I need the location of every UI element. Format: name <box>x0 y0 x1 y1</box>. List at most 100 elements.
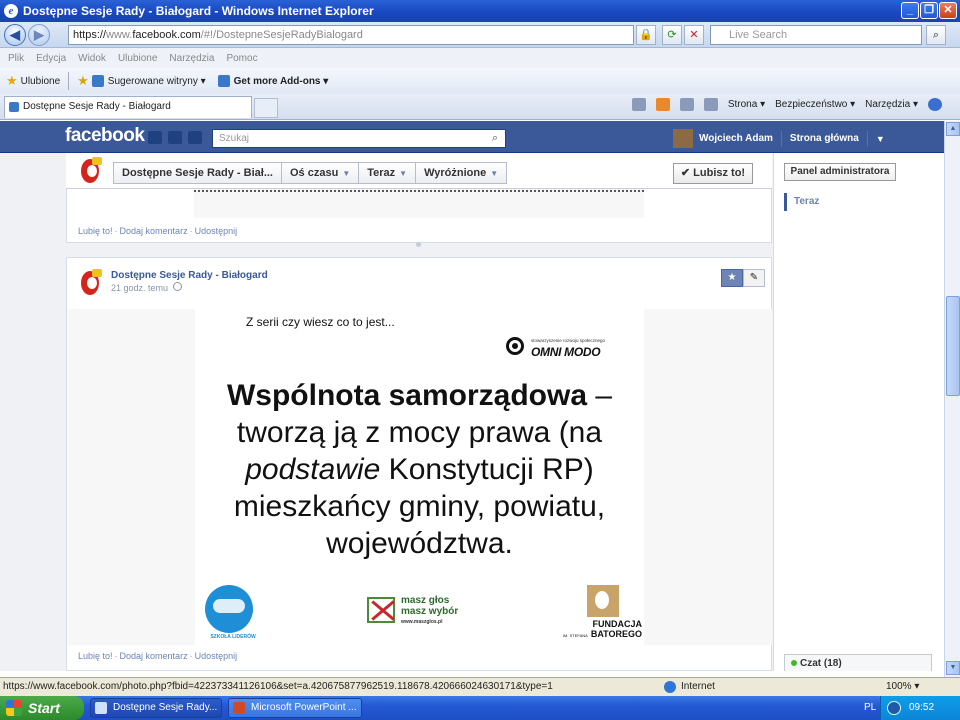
home-icon[interactable] <box>631 98 646 111</box>
chat-label: Czat (18) <box>800 658 842 669</box>
post-actions: Lubię to! · Dodaj komentarz · Udostępnij <box>78 226 238 236</box>
menu-help[interactable]: Pomoc <box>226 53 257 64</box>
notification-jewels <box>148 131 202 144</box>
url-scheme: https:// <box>73 29 107 41</box>
get-addons-link[interactable]: Get more Add-ons ▾ <box>217 75 328 87</box>
divider <box>780 130 782 147</box>
divider <box>866 130 868 147</box>
comment-link[interactable]: Dodaj komentarz <box>120 651 188 661</box>
friend-requests-icon[interactable] <box>148 131 162 144</box>
like-page-button[interactable]: ✔ Lubisz to! <box>673 163 753 184</box>
stop-icon[interactable]: ✕ <box>684 25 704 45</box>
user-name-link[interactable]: Wojciech Adam <box>699 133 773 144</box>
home-link[interactable]: Strona główna <box>790 133 859 144</box>
slide-line-1: tworzą ją z mocy prawa (na <box>236 416 603 449</box>
favorites-button[interactable]: Ulubione <box>21 76 60 87</box>
new-tab-button[interactable] <box>254 98 278 118</box>
post-author-avatar[interactable] <box>78 269 104 297</box>
zoom-label: 100% <box>886 681 912 692</box>
search-icon[interactable]: ⌕ <box>486 131 504 146</box>
like-link[interactable]: Lubię to! <box>78 651 113 661</box>
post-timestamp[interactable]: 21 godz. temu <box>111 283 168 293</box>
highlights-label: Wyróżnione <box>424 167 487 179</box>
menu-edit[interactable]: Edycja <box>36 53 66 64</box>
refresh-icon[interactable]: ⟳ <box>662 25 682 45</box>
menu-file[interactable]: Plik <box>8 53 24 64</box>
menu-favorites[interactable]: Ulubione <box>118 53 157 64</box>
like-link[interactable]: Lubię to! <box>78 226 113 236</box>
notifications-icon[interactable] <box>188 131 202 144</box>
omni-modo-logo <box>506 337 524 355</box>
page-name-label: Dostępne Sesje Rady - Biał... <box>122 167 273 179</box>
zone-label: Internet <box>681 681 715 692</box>
taskbar-powerpoint-window[interactable]: Microsoft PowerPoint ... <box>228 698 362 718</box>
vertical-scrollbar[interactable]: ▲ ▼ <box>944 121 960 677</box>
lock-icon[interactable]: 🔒 <box>636 25 656 45</box>
start-button[interactable]: Start <box>0 696 84 720</box>
mail-icon[interactable] <box>679 98 694 111</box>
masz-glos-text: masz głos masz wybór www.maszglos.pl <box>401 595 458 628</box>
print-icon[interactable] <box>703 98 718 111</box>
ie-icon: e <box>4 4 18 18</box>
share-link[interactable]: Udostępnij <box>195 226 238 236</box>
post-author-link[interactable]: Dostępne Sesje Rady - Białogard <box>111 270 268 281</box>
help-icon[interactable] <box>928 98 942 111</box>
slide-image[interactable]: Z serii czy wiesz co to jest... stowarzy… <box>195 309 644 645</box>
search-icon[interactable]: ⌕ <box>926 25 946 45</box>
language-indicator[interactable]: PL <box>864 696 876 720</box>
network-icon[interactable] <box>887 701 901 715</box>
share-link[interactable]: Udostępnij <box>195 651 238 661</box>
live-search-input[interactable]: Live Search <box>710 25 922 45</box>
messages-icon[interactable] <box>168 131 182 144</box>
edit-pencil-icon[interactable]: ✎ <box>743 269 765 287</box>
forward-button[interactable]: ▶ <box>28 24 50 46</box>
rss-icon[interactable] <box>655 98 670 111</box>
highlights-dropdown[interactable]: Wyróżnione ▼ <box>416 163 506 183</box>
taskbar-ie-window[interactable]: Dostępne Sesje Rady... <box>90 698 222 718</box>
page-name-tab[interactable]: Dostępne Sesje Rady - Biał... <box>114 163 282 183</box>
timeline-now-link[interactable]: Teraz <box>784 193 819 211</box>
masz-glos-line-2: masz wybór <box>401 606 459 617</box>
star-icon[interactable]: ★ <box>721 269 743 287</box>
status-url: https://www.facebook.com/photo.php?fbid=… <box>3 681 553 692</box>
facebook-logo[interactable]: facebook <box>65 125 145 147</box>
post-photo-area[interactable]: Z serii czy wiesz co to jest... stowarzy… <box>68 309 772 645</box>
tab-current[interactable]: Dostępne Sesje Rady - Białogard <box>4 96 252 118</box>
stefana-label: IM. STEFANA <box>562 633 588 638</box>
safety-menu[interactable]: Bezpieczeństwo ▾ <box>775 99 855 110</box>
chevron-down-icon: ▼ <box>342 169 351 178</box>
page-logo[interactable] <box>78 157 104 185</box>
menu-view[interactable]: Widok <box>78 53 106 64</box>
page-menu[interactable]: Strona ▾ <box>728 99 765 110</box>
add-favorite-icon[interactable]: ★ <box>77 73 89 89</box>
status-bar: https://www.facebook.com/photo.php?fbid=… <box>0 677 960 696</box>
chat-button[interactable]: Czat (18) <box>784 654 932 671</box>
title-bar: e Dostępne Sesje Rady - Białogard - Wind… <box>0 0 960 22</box>
post-actions: Lubię to! · Dodaj komentarz · Udostępnij <box>78 651 238 661</box>
now-dropdown[interactable]: Teraz ▼ <box>359 163 417 183</box>
comment-link[interactable]: Dodaj komentarz <box>120 226 188 236</box>
scroll-thumb[interactable] <box>946 296 960 396</box>
url-host-prefix: www. <box>106 29 133 41</box>
zoom-level[interactable]: 100% ▾ <box>886 678 919 696</box>
admin-panel-button[interactable]: Panel administratora <box>784 163 896 181</box>
address-bar[interactable]: https:// www. facebook.com /#!/DostepneS… <box>68 25 634 45</box>
page-icon <box>91 75 104 87</box>
clock[interactable]: 09:52 <box>909 702 934 713</box>
globe-icon <box>664 681 676 693</box>
menu-tools[interactable]: Narzędzia <box>169 53 214 64</box>
right-column: Panel administratora Teraz Czat (18) <box>773 153 944 671</box>
omni-modo-name: OMNI MODO <box>531 345 601 359</box>
back-button[interactable]: ◀ <box>4 24 26 46</box>
avatar[interactable] <box>673 129 693 148</box>
minimize-button[interactable]: _ <box>901 2 919 19</box>
scroll-up-arrow[interactable]: ▲ <box>946 122 960 136</box>
suggested-sites-link[interactable]: Sugerowane witryny ▾ <box>91 75 206 87</box>
close-button[interactable]: ✕ <box>939 2 957 19</box>
facebook-search-input[interactable]: Szukaj <box>212 129 506 148</box>
tools-menu[interactable]: Narzędzia ▾ <box>865 99 918 110</box>
timeline-dropdown[interactable]: Oś czasu ▼ <box>282 163 360 183</box>
scroll-down-arrow[interactable]: ▼ <box>946 661 960 675</box>
account-menu-icon[interactable]: ▼ <box>876 134 885 144</box>
maximize-button[interactable]: ❐ <box>920 2 938 19</box>
